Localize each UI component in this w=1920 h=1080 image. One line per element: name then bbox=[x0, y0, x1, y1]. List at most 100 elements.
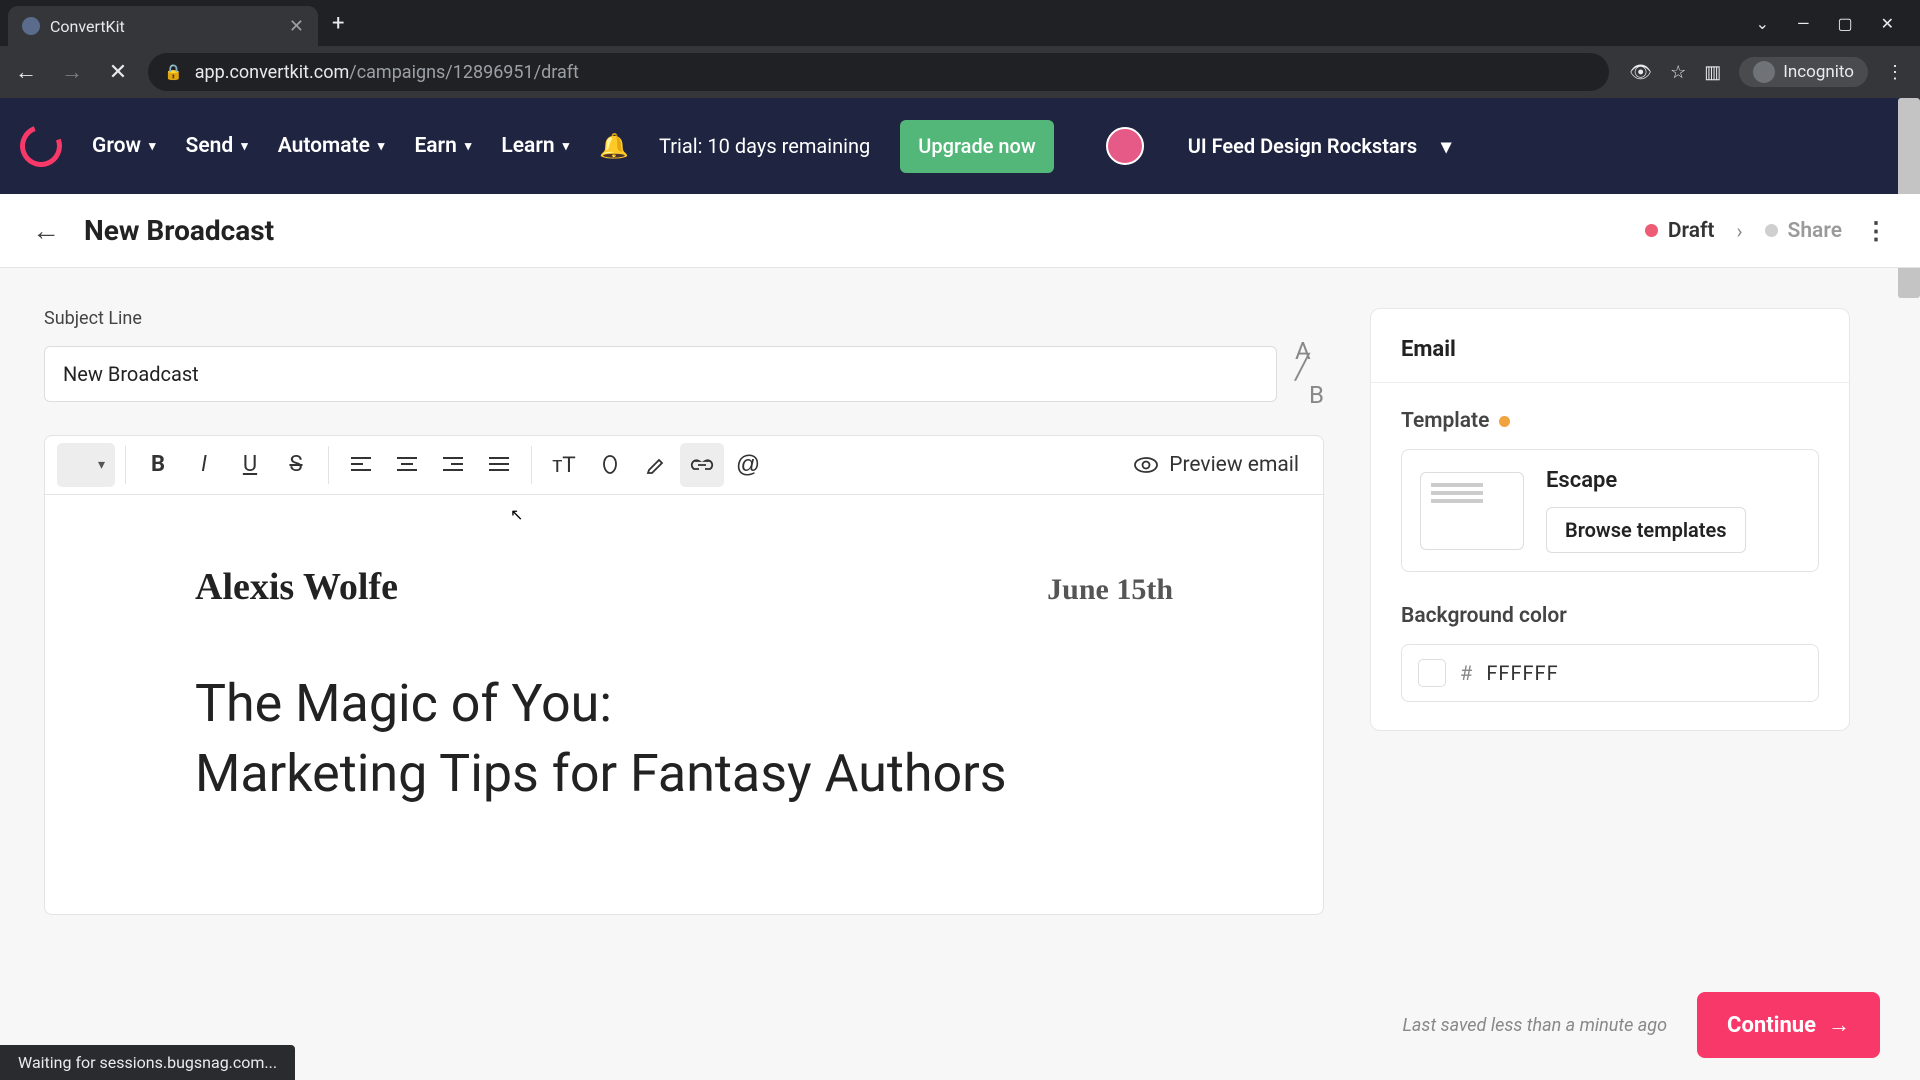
underline-button[interactable]: U bbox=[228, 443, 272, 487]
url-field[interactable]: 🔒 app.convertkit.com/campaigns/12896951/… bbox=[148, 53, 1609, 91]
hash-prefix: # bbox=[1460, 661, 1472, 685]
preview-email-button[interactable]: Preview email bbox=[1133, 453, 1311, 477]
eye-off-icon[interactable]: 👁 bbox=[1629, 62, 1652, 83]
avatar[interactable] bbox=[1106, 127, 1144, 165]
stop-reload-button[interactable]: ✕ bbox=[102, 56, 134, 88]
browse-templates-button[interactable]: Browse templates bbox=[1546, 507, 1746, 553]
link-button[interactable] bbox=[680, 443, 724, 487]
continue-button[interactable]: Continue → bbox=[1697, 992, 1880, 1058]
subject-label: Subject Line bbox=[44, 308, 1324, 329]
bold-button[interactable]: B bbox=[136, 443, 180, 487]
nav-earn[interactable]: Earn▾ bbox=[414, 134, 471, 158]
block-type-dropdown[interactable]: ▾ bbox=[57, 443, 115, 487]
footer-bar: Last saved less than a minute ago Contin… bbox=[1403, 992, 1880, 1058]
tab-strip: ConvertKit ✕ + ⌄ — ▢ ✕ bbox=[0, 0, 1920, 46]
email-settings-panel: Email Template Escape Browse templates B… bbox=[1370, 308, 1850, 731]
template-thumbnail[interactable] bbox=[1420, 472, 1524, 550]
chevron-down-icon: ▾ bbox=[465, 139, 472, 154]
email-canvas[interactable]: Alexis Wolfe June 15th The Magic of You:… bbox=[44, 495, 1324, 915]
notifications-icon[interactable]: 🔔 bbox=[599, 132, 629, 160]
org-name: UI Feed Design Rockstars bbox=[1188, 133, 1417, 159]
chevron-down-icon: ▾ bbox=[241, 139, 248, 154]
lock-icon: 🔒 bbox=[164, 63, 183, 81]
convertkit-logo-icon[interactable] bbox=[13, 118, 69, 174]
tab-title: ConvertKit bbox=[50, 17, 279, 36]
align-center-button[interactable] bbox=[385, 443, 429, 487]
back-button[interactable]: ← bbox=[10, 56, 42, 88]
color-swatch[interactable] bbox=[1418, 659, 1446, 687]
status-dot-icon bbox=[1645, 224, 1658, 237]
chevron-down-icon: ▾ bbox=[149, 139, 156, 154]
settings-sidebar: Email Template Escape Browse templates B… bbox=[1370, 308, 1850, 1080]
back-arrow-icon[interactable]: ← bbox=[32, 214, 60, 247]
close-tab-icon[interactable]: ✕ bbox=[289, 16, 304, 37]
more-menu-icon[interactable]: ⋮ bbox=[1864, 217, 1888, 245]
subject-input[interactable] bbox=[44, 346, 1277, 402]
bg-color-label: Background color bbox=[1401, 604, 1819, 628]
align-right-button[interactable] bbox=[431, 443, 475, 487]
email-date: June 15th bbox=[1047, 573, 1173, 607]
org-selector[interactable]: UI Feed Design Rockstars ▾ bbox=[1188, 133, 1451, 159]
status-draft[interactable]: Draft bbox=[1645, 219, 1715, 243]
incognito-label: Incognito bbox=[1783, 62, 1854, 82]
bg-color-input[interactable] bbox=[1486, 661, 1606, 685]
nav-automate[interactable]: Automate▾ bbox=[278, 134, 385, 158]
url-host: app.convertkit.com bbox=[195, 62, 350, 83]
trial-text: Trial: 10 days remaining bbox=[659, 133, 870, 159]
chevron-down-icon: ▾ bbox=[563, 139, 570, 154]
italic-button[interactable]: I bbox=[182, 443, 226, 487]
browser-chrome: ConvertKit ✕ + ⌄ — ▢ ✕ ← → ✕ 🔒 app.conve… bbox=[0, 0, 1920, 98]
forward-button[interactable]: → bbox=[56, 56, 88, 88]
editor-column: Subject Line A╱B ▾ B I U S bbox=[44, 308, 1324, 1080]
browser-tab[interactable]: ConvertKit ✕ bbox=[8, 6, 318, 46]
mention-button[interactable]: @ bbox=[726, 443, 770, 487]
editor-toolbar: ▾ B I U S ᴛT bbox=[44, 435, 1324, 495]
window-controls: ⌄ — ▢ ✕ bbox=[1756, 14, 1912, 33]
nav-send[interactable]: Send▾ bbox=[186, 134, 248, 158]
incognito-badge[interactable]: Incognito bbox=[1739, 57, 1868, 87]
browser-status-text: Waiting for sessions.bugsnag.com... bbox=[0, 1045, 295, 1080]
workspace: Subject Line A╱B ▾ B I U S bbox=[0, 268, 1920, 1080]
font-size-button[interactable]: ᴛT bbox=[542, 443, 586, 487]
page-subheader: ← New Broadcast Draft › Share ⋮ bbox=[0, 194, 1920, 268]
maximize-icon[interactable]: ▢ bbox=[1837, 14, 1852, 33]
warning-dot-icon bbox=[1499, 416, 1510, 427]
align-left-button[interactable] bbox=[339, 443, 383, 487]
highlight-button[interactable] bbox=[634, 443, 678, 487]
email-author: Alexis Wolfe bbox=[195, 565, 398, 609]
app-header: Grow▾ Send▾ Automate▾ Earn▾ Learn▾ 🔔 Tri… bbox=[0, 98, 1920, 194]
panel-title: Email bbox=[1401, 337, 1819, 362]
status-share[interactable]: Share bbox=[1765, 219, 1842, 243]
minimize-icon[interactable]: — bbox=[1797, 14, 1810, 33]
align-justify-button[interactable] bbox=[477, 443, 521, 487]
bg-color-field[interactable]: # bbox=[1401, 644, 1819, 702]
tab-dropdown-icon[interactable]: ⌄ bbox=[1756, 14, 1769, 33]
template-label: Template bbox=[1401, 409, 1819, 433]
eye-icon bbox=[1133, 455, 1159, 475]
chevron-right-icon: › bbox=[1737, 219, 1743, 243]
new-tab-button[interactable]: + bbox=[332, 11, 344, 36]
ab-test-button[interactable]: A╱B bbox=[1295, 341, 1324, 407]
autosave-text: Last saved less than a minute ago bbox=[1403, 1015, 1668, 1036]
extensions-icon[interactable]: ▥ bbox=[1704, 62, 1721, 83]
url-path: /campaigns/12896951/draft bbox=[349, 62, 579, 83]
template-name: Escape bbox=[1546, 468, 1746, 493]
text-color-button[interactable] bbox=[588, 443, 632, 487]
chevron-down-icon: ▾ bbox=[378, 139, 385, 154]
close-window-icon[interactable]: ✕ bbox=[1881, 14, 1894, 33]
upgrade-button[interactable]: Upgrade now bbox=[900, 120, 1053, 173]
nav-grow[interactable]: Grow▾ bbox=[92, 134, 156, 158]
strikethrough-button[interactable]: S bbox=[274, 443, 318, 487]
browser-menu-icon[interactable]: ⋮ bbox=[1886, 62, 1904, 83]
nav-learn[interactable]: Learn▾ bbox=[501, 134, 569, 158]
status-dot-icon bbox=[1765, 224, 1778, 237]
chevron-down-icon: ▾ bbox=[1441, 133, 1451, 159]
page-title: New Broadcast bbox=[84, 214, 274, 247]
template-selector: Escape Browse templates bbox=[1401, 449, 1819, 572]
address-bar: ← → ✕ 🔒 app.convertkit.com/campaigns/128… bbox=[0, 46, 1920, 98]
favicon-icon bbox=[22, 17, 40, 35]
email-title: The Magic of You: Marketing Tips for Fan… bbox=[195, 669, 1173, 809]
arrow-right-icon: → bbox=[1828, 1012, 1850, 1038]
star-icon[interactable]: ☆ bbox=[1670, 62, 1686, 83]
incognito-icon bbox=[1753, 61, 1775, 83]
